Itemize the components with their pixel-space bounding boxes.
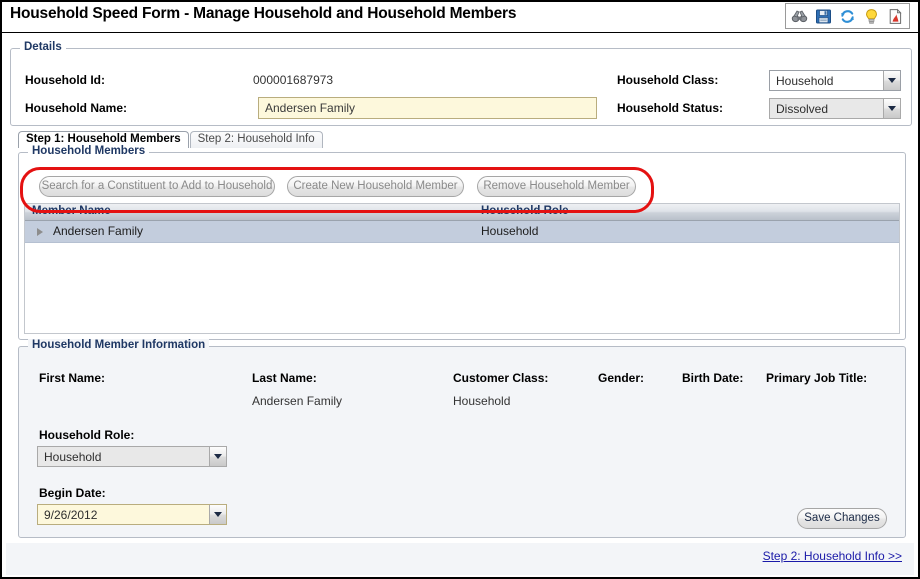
create-new-household-member-button[interactable]: Create New Household Member <box>287 176 464 197</box>
household-id-label: Household Id: <box>25 73 105 87</box>
lightbulb-icon[interactable] <box>863 8 880 25</box>
birth-date-label: Birth Date: <box>682 371 744 385</box>
table-row[interactable]: Andersen Family Household <box>25 221 899 243</box>
household-name-input[interactable] <box>258 97 597 119</box>
footer-bar: Step 2: Household Info >> <box>6 543 914 575</box>
household-members-panel: Household Members Search for a Constitue… <box>18 145 906 340</box>
primary-job-title-label: Primary Job Title: <box>766 371 868 385</box>
household-status-select[interactable]: Dissolved <box>769 98 901 119</box>
expand-row-icon[interactable] <box>37 228 43 236</box>
household-class-label: Household Class: <box>617 73 719 87</box>
household-members-legend: Household Members <box>28 145 150 157</box>
gender-label: Gender: <box>598 371 645 385</box>
begin-date-value: 9/26/2012 <box>44 507 98 522</box>
title-bar: Household Speed Form - Manage Household … <box>2 2 918 33</box>
household-id-value: 000001687973 <box>253 73 334 87</box>
member-information-legend: Household Member Information <box>28 339 210 351</box>
column-header-member-name[interactable]: Member Name <box>32 205 111 217</box>
chevron-down-icon[interactable] <box>209 447 226 466</box>
search-constituent-button[interactable]: Search for a Constituent to Add to House… <box>39 176 275 197</box>
remove-household-member-button[interactable]: Remove Household Member <box>477 176 636 197</box>
household-status-label: Household Status: <box>617 101 724 115</box>
household-role-label: Household Role: <box>39 428 135 442</box>
household-status-value: Dissolved <box>776 101 829 116</box>
household-class-value: Household <box>776 73 834 88</box>
household-role-select[interactable]: Household <box>37 446 227 467</box>
save-changes-button[interactable]: Save Changes <box>797 508 887 529</box>
begin-date-picker[interactable]: 9/26/2012 <box>37 504 227 525</box>
begin-date-label: Begin Date: <box>39 486 106 500</box>
household-class-select[interactable]: Household <box>769 70 901 91</box>
customer-class-value: Household <box>453 394 511 408</box>
household-members-grid: Member Name Household Role Andersen Fami… <box>24 203 900 334</box>
household-role-value: Household <box>44 449 102 464</box>
grid-header-row: Member Name Household Role <box>25 204 899 221</box>
details-legend: Details <box>20 41 66 53</box>
chevron-down-icon[interactable] <box>883 71 900 90</box>
last-name-label: Last Name: <box>252 371 317 385</box>
last-name-value: Andersen Family <box>252 394 343 408</box>
calendar-dropdown-icon[interactable] <box>209 505 226 524</box>
cell-member-name: Andersen Family <box>53 224 144 238</box>
save-icon[interactable] <box>815 8 832 25</box>
tab-step-2-household-info[interactable]: Step 2: Household Info <box>189 131 323 148</box>
customer-class-label: Customer Class: <box>453 371 549 385</box>
toolbar <box>785 3 910 29</box>
first-name-label: First Name: <box>39 371 106 385</box>
binoculars-icon[interactable] <box>791 8 808 25</box>
household-name-label: Household Name: <box>25 101 128 115</box>
page-title: Household Speed Form - Manage Household … <box>10 5 517 22</box>
household-member-information-panel: Household Member Information First Name:… <box>18 339 906 538</box>
refresh-icon[interactable] <box>839 8 856 25</box>
household-speed-form-window: Household Speed Form - Manage Household … <box>0 0 920 579</box>
column-header-household-role[interactable]: Household Role <box>481 205 569 217</box>
report-icon[interactable] <box>887 8 904 25</box>
cell-household-role: Household <box>481 224 539 238</box>
chevron-down-icon[interactable] <box>883 99 900 118</box>
details-panel: Details Household Id: 000001687973 House… <box>10 41 912 126</box>
next-step-link[interactable]: Step 2: Household Info >> <box>763 549 902 563</box>
